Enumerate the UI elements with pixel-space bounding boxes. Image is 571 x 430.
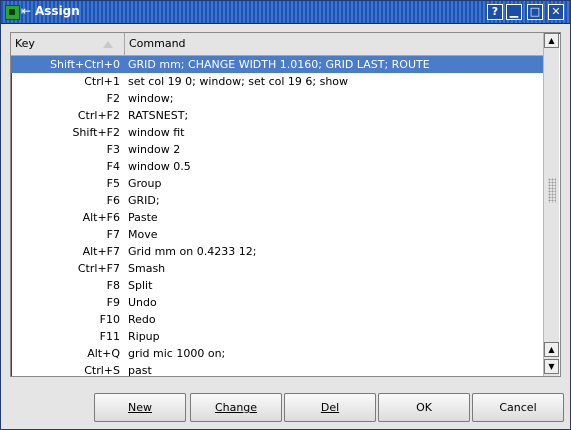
row-key: F7 [106, 228, 120, 241]
table-row[interactable]: Ctrl+1 set col 19 0; window; set col 19 6… [11, 73, 543, 90]
cancel-button-label: Cancel [499, 401, 537, 414]
del-button[interactable]: Del [284, 393, 376, 422]
scroll-up-button[interactable]: ▲ [544, 33, 559, 48]
row-command: grid mic 1000 on; [128, 347, 226, 360]
column-header-command-label: Command [129, 37, 186, 50]
row-key: Shift+F2 [72, 126, 120, 139]
row-command: past [128, 364, 152, 377]
row-command: Split [128, 279, 153, 292]
table-row[interactable]: F10 Redo [11, 311, 543, 328]
vertical-scrollbar[interactable]: ▲ ▲ ▼ [543, 33, 559, 376]
row-command: window 2 [128, 143, 181, 156]
scroll-up-step-button[interactable]: ▲ [544, 342, 559, 357]
row-command: GRID mm; CHANGE WIDTH 1.0160; GRID LAST;… [128, 58, 430, 71]
row-command: Smash [128, 262, 166, 275]
minimize-button[interactable]: ▁ [506, 4, 522, 20]
row-key: Alt+Q [87, 347, 120, 360]
table-row[interactable]: Shift+Ctrl+0 GRID mm; CHANGE WIDTH 1.0160… [11, 56, 543, 73]
table-row[interactable]: Alt+Q grid mic 1000 on; [11, 345, 543, 362]
change-button[interactable]: Change [190, 393, 282, 422]
table-row[interactable]: F7 Move [11, 226, 543, 243]
table-row[interactable]: Ctrl+F7 Smash [11, 260, 543, 277]
row-key: Ctrl+F7 [77, 262, 120, 275]
row-command: window fit [128, 126, 185, 139]
row-command: Group [128, 177, 162, 190]
ok-button-label: OK [416, 401, 432, 414]
row-command: set col 19 0; window; set col 19 6; show [128, 75, 349, 88]
row-command: Ripup [128, 330, 160, 343]
row-command: Redo [128, 313, 156, 326]
row-command: Grid mm on 0.4233 12; [128, 245, 257, 258]
row-key: Ctrl+F2 [77, 109, 120, 122]
table-row[interactable]: F4 window 0.5 [11, 158, 543, 175]
row-key: F2 [106, 92, 120, 105]
row-key: F9 [106, 296, 120, 309]
table-row[interactable]: F11 Ripup [11, 328, 543, 345]
maximize-button[interactable]: □ [527, 4, 543, 20]
table-row[interactable]: F6 GRID; [11, 192, 543, 209]
table-row[interactable]: F5 Group [11, 175, 543, 192]
change-button-label: Change [214, 401, 258, 414]
list-header: Key Command [11, 33, 543, 56]
pin-icon[interactable]: ⇤ [21, 4, 31, 19]
row-key: Ctrl+1 [84, 75, 120, 88]
row-key: F4 [106, 160, 120, 173]
del-button-label: Del [320, 401, 340, 414]
row-key: Shift+Ctrl+0 [49, 58, 120, 71]
row-key: F3 [106, 143, 120, 156]
list-rows: Shift+Ctrl+0 GRID mm; CHANGE WIDTH 1.0160… [11, 56, 543, 377]
assignment-list[interactable]: Key Command Shift+Ctrl+0 GRID mm; CHANGE … [10, 32, 561, 377]
table-row[interactable]: F3 window 2 [11, 141, 543, 158]
column-header-command[interactable]: Command [125, 33, 543, 55]
row-command: window; [128, 92, 174, 105]
row-command: Undo [128, 296, 157, 309]
ok-button[interactable]: OK [378, 393, 470, 422]
row-command: Move [128, 228, 158, 241]
column-header-key-label: Key [15, 37, 35, 50]
table-row[interactable]: F8 Split [11, 277, 543, 294]
new-button-label: New [128, 401, 152, 414]
row-command: Paste [128, 211, 158, 224]
column-header-key[interactable]: Key [11, 33, 125, 55]
table-row[interactable]: Ctrl+S past [11, 362, 543, 377]
table-row[interactable]: F2 window; [11, 90, 543, 107]
cancel-button[interactable]: Cancel [472, 393, 564, 422]
row-command: window 0.5 [128, 160, 191, 173]
row-key: F5 [106, 177, 120, 190]
scroll-down-button[interactable]: ▼ [544, 359, 559, 374]
new-button[interactable]: New [94, 393, 186, 422]
scroll-grip-icon[interactable] [548, 178, 556, 203]
window-title: Assign [35, 4, 80, 18]
row-key: Ctrl+S [84, 364, 120, 377]
row-key: F10 [99, 313, 120, 326]
table-row[interactable]: Alt+F7 Grid mm on 0.4233 12; [11, 243, 543, 260]
row-key: F8 [106, 279, 120, 292]
row-key: Alt+F6 [82, 211, 120, 224]
row-command: GRID; [128, 194, 160, 207]
table-row[interactable]: Ctrl+F2 RATSNEST; [11, 107, 543, 124]
close-button[interactable]: ✕ [548, 4, 564, 20]
table-row[interactable]: Shift+F2 window fit [11, 124, 543, 141]
table-row[interactable]: F9 Undo [11, 294, 543, 311]
row-key: F11 [99, 330, 120, 343]
row-command: RATSNEST; [128, 109, 189, 122]
app-icon[interactable] [5, 5, 20, 20]
row-key: F6 [106, 194, 120, 207]
assign-dialog: ⇤ Assign ? ▁ □ ✕ Key Command Shift+Ctrl+… [0, 0, 571, 430]
title-bar[interactable]: ⇤ Assign ? ▁ □ ✕ [1, 1, 570, 24]
sort-ascending-icon [103, 41, 113, 48]
row-key: Alt+F7 [82, 245, 120, 258]
help-button[interactable]: ? [487, 4, 503, 20]
table-row[interactable]: Alt+F6 Paste [11, 209, 543, 226]
